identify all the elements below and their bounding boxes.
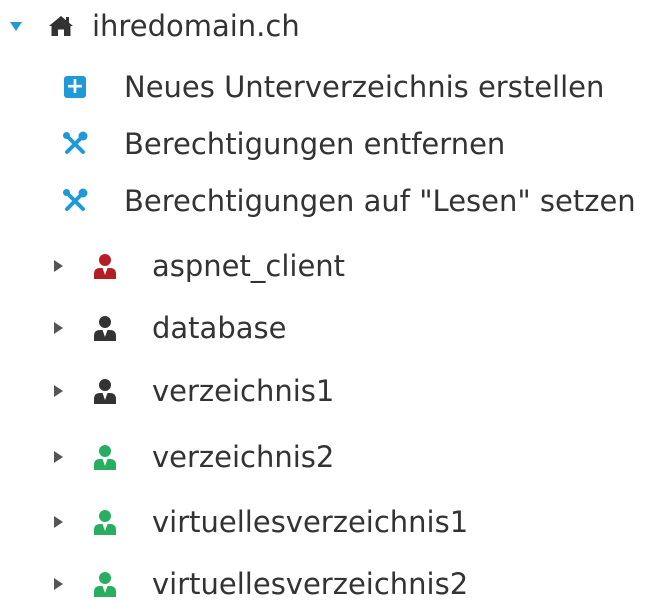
action-label: Berechtigungen entfernen [124, 127, 506, 161]
plus-box-icon: + [64, 74, 86, 99]
expand-toggle-icon[interactable] [54, 322, 63, 334]
folder-label: aspnet_client [152, 249, 346, 283]
expand-toggle-icon[interactable] [54, 260, 63, 272]
directory-tree: ihredomain.ch + Neues Unterverzeichnis e… [0, 0, 650, 601]
user-icon [93, 571, 117, 597]
home-icon [48, 13, 74, 39]
user-icon [93, 378, 117, 404]
folder-label: virtuellesverzeichnis2 [152, 567, 469, 601]
root-label: ihredomain.ch [92, 9, 300, 43]
expand-toggle-icon[interactable] [54, 451, 63, 463]
expand-toggle-icon[interactable] [54, 385, 63, 397]
expand-toggle-icon[interactable] [54, 578, 63, 590]
action-label: Neues Unterverzeichnis erstellen [124, 70, 605, 104]
expand-toggle-icon[interactable] [10, 21, 22, 31]
action-create-subdirectory[interactable]: + Neues Unterverzeichnis erstellen [62, 67, 604, 107]
user-icon [93, 253, 117, 279]
folder-row-verzeichnis2[interactable]: verzeichnis2 [54, 437, 334, 477]
user-icon [93, 315, 117, 341]
folder-label: verzeichnis2 [152, 440, 335, 474]
folder-row-virtuellesverzeichnis2[interactable]: virtuellesverzeichnis2 [54, 564, 468, 604]
expand-toggle-icon[interactable] [54, 516, 63, 528]
folder-label: virtuellesverzeichnis1 [152, 505, 469, 539]
action-label: Berechtigungen auf "Lesen" setzen [124, 184, 636, 218]
tools-icon [62, 131, 88, 157]
user-icon [93, 444, 117, 470]
folder-row-aspnet-client[interactable]: aspnet_client [54, 246, 345, 286]
user-icon [93, 509, 117, 535]
folder-row-virtuellesverzeichnis1[interactable]: virtuellesverzeichnis1 [54, 502, 468, 542]
folder-label: verzeichnis1 [152, 374, 335, 408]
tools-icon [62, 188, 88, 214]
folder-row-database[interactable]: database [54, 308, 286, 348]
folder-label: database [152, 311, 287, 345]
action-set-read-permissions[interactable]: Berechtigungen auf "Lesen" setzen [62, 181, 636, 221]
action-remove-permissions[interactable]: Berechtigungen entfernen [62, 124, 505, 164]
folder-row-verzeichnis1[interactable]: verzeichnis1 [54, 371, 334, 411]
tree-root-row[interactable]: ihredomain.ch [10, 6, 300, 46]
